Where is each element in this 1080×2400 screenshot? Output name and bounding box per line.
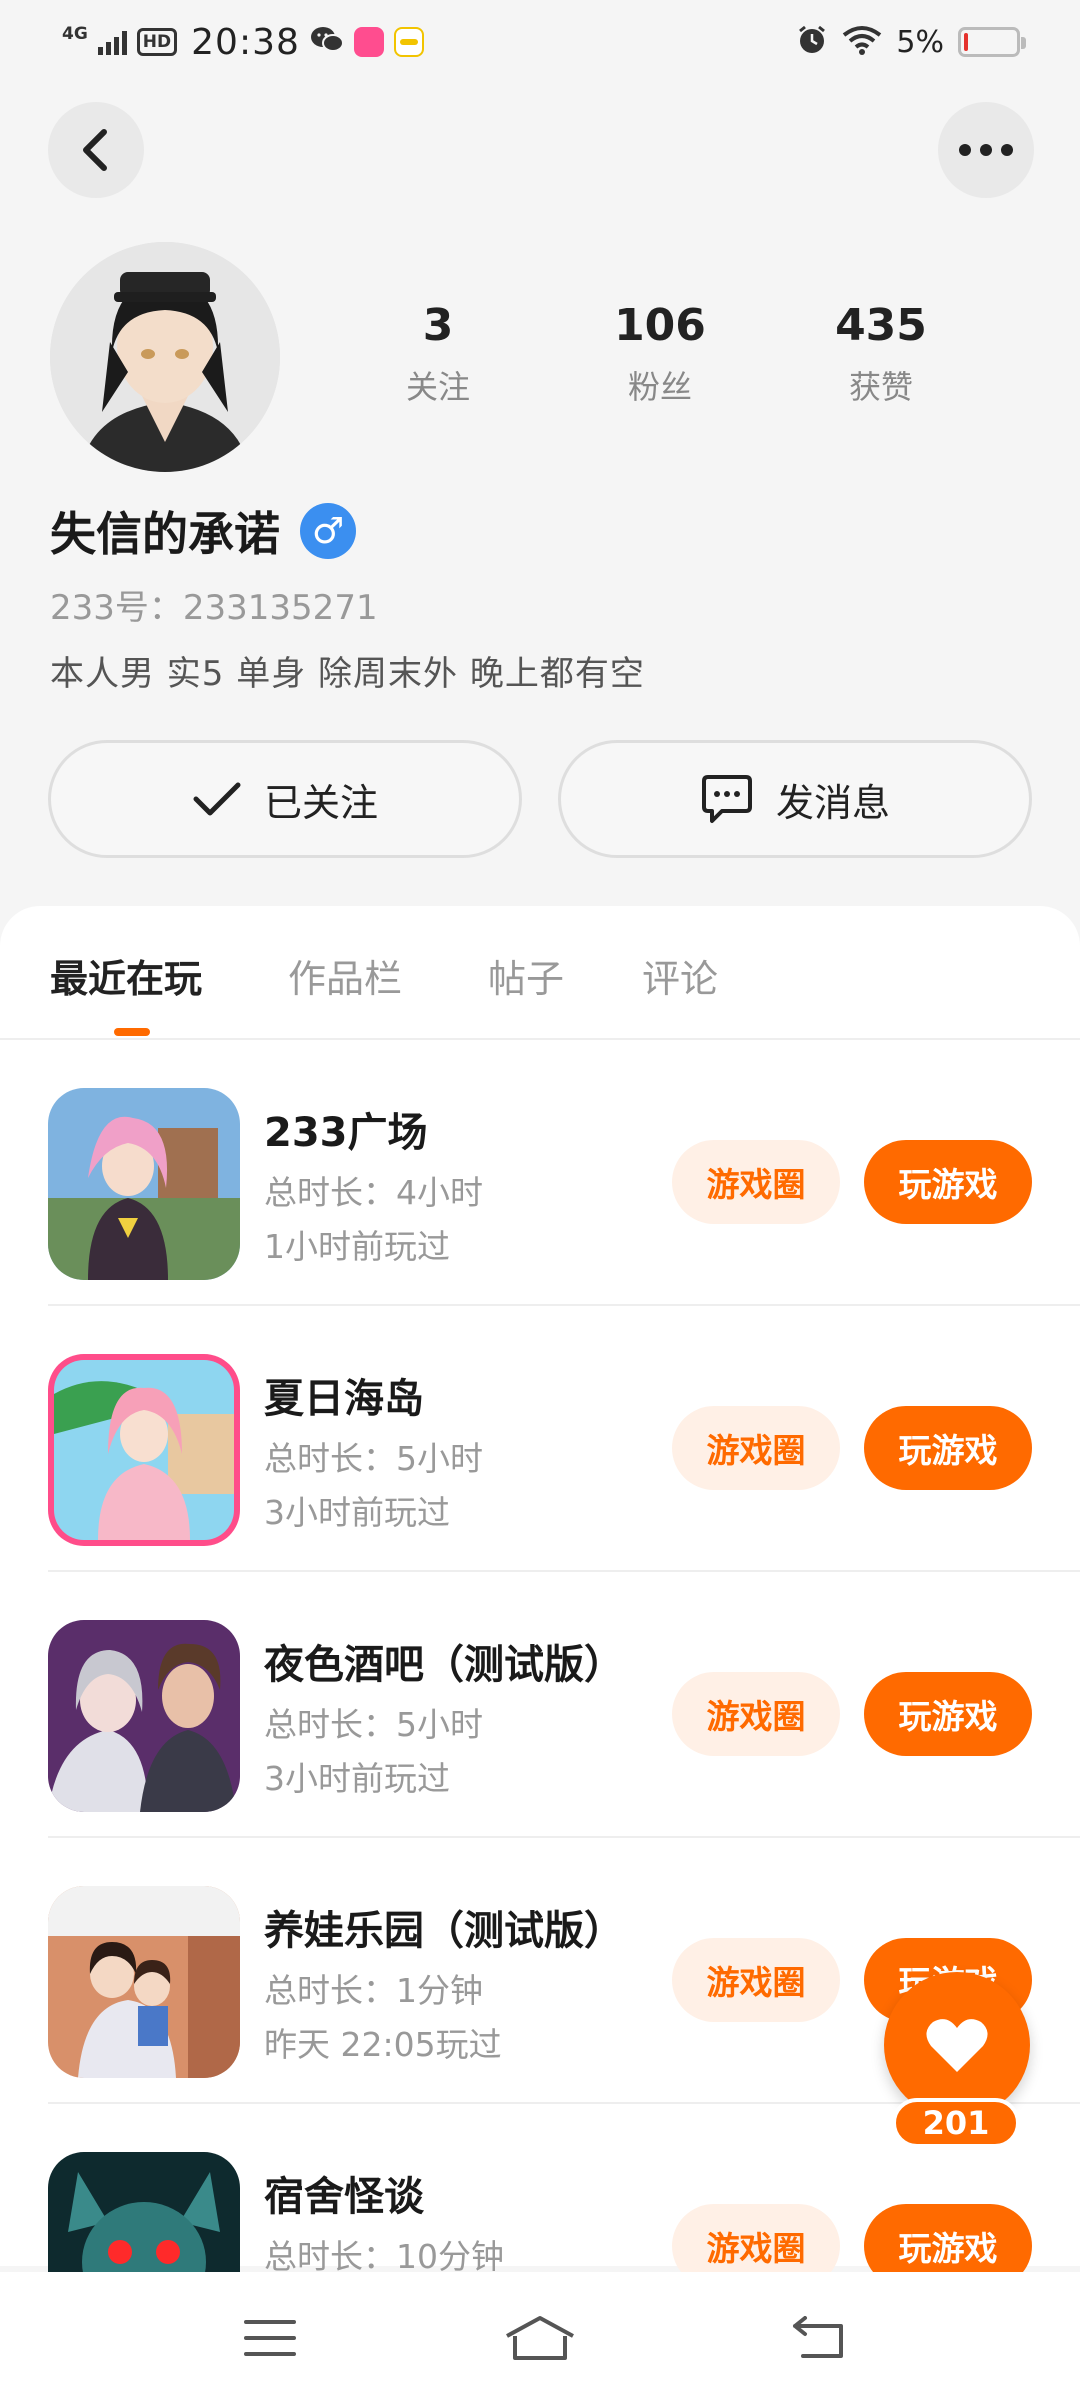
- game-row[interactable]: 233广场 总时长：4小时 1小时前玩过 游戏圈 玩游戏: [48, 1040, 1080, 1306]
- play-game-button[interactable]: 玩游戏: [864, 1140, 1032, 1224]
- game-title: 养娃乐园（测试版）: [264, 1908, 624, 1954]
- battery-icon: [958, 27, 1026, 57]
- stat-followers[interactable]: 106 粉丝: [560, 300, 760, 408]
- more-dots-icon: [959, 144, 1013, 156]
- app-notification-icon-2: [393, 27, 424, 57]
- tab-works[interactable]: 作品栏: [288, 948, 402, 1003]
- clock: 20:38: [191, 21, 300, 63]
- game-title: 夜色酒吧（测试版）: [264, 1642, 624, 1688]
- signal-icon: [97, 29, 127, 55]
- user-bio: 本人男 实5 单身 除周末外 晚上都有空: [50, 654, 645, 694]
- stat-likes-count: 435: [835, 300, 927, 351]
- status-right: 5%: [796, 20, 1026, 64]
- user-name: 失信的承诺: [50, 507, 280, 561]
- network-label: 4G: [62, 23, 88, 44]
- game-last-played: 昨天 22:05玩过: [264, 2025, 502, 2064]
- return-icon: [793, 2316, 843, 2358]
- game-icon: [48, 1620, 240, 1812]
- battery-level: [964, 33, 968, 51]
- game-row[interactable]: 夜色酒吧（测试版） 总时长：5小时 3小时前玩过 游戏圈 玩游戏: [48, 1572, 1080, 1838]
- play-game-button[interactable]: 玩游戏: [864, 1406, 1032, 1490]
- menu-icon: [244, 2320, 296, 2356]
- stat-likes[interactable]: 435 获赞: [781, 300, 981, 408]
- game-icon: [48, 1088, 240, 1280]
- game-title: 宿舍怪谈: [264, 2174, 424, 2220]
- name-row: 失信的承诺 ♂: [50, 498, 356, 564]
- home-icon: [506, 2316, 574, 2360]
- menu-nav-button[interactable]: [230, 2308, 310, 2368]
- wechat-icon: [310, 25, 344, 59]
- like-count-badge: 201: [892, 2098, 1020, 2148]
- profile-tabs: 最近在玩 作品栏 帖子 评论: [0, 906, 1080, 1040]
- active-tab-indicator: [114, 1028, 150, 1036]
- more-options-button[interactable]: [938, 102, 1034, 198]
- followed-button[interactable]: 已关注: [48, 740, 522, 858]
- battery-percent: 5%: [896, 24, 944, 60]
- stat-followers-label: 粉丝: [627, 368, 692, 407]
- game-title: 夏日海岛: [264, 1376, 424, 1422]
- game-duration: 总时长：5小时: [264, 1439, 483, 1478]
- game-icon: [48, 1354, 240, 1546]
- game-list: 233广场 总时长：4小时 1小时前玩过 游戏圈 玩游戏 夏日海岛 总时长：5小…: [0, 1040, 1080, 2370]
- play-game-button[interactable]: 玩游戏: [864, 1672, 1032, 1756]
- game-icon: [48, 1886, 240, 2078]
- followed-label: 已关注: [263, 780, 378, 825]
- like-button[interactable]: [884, 1972, 1030, 2118]
- stat-followers-count: 106: [614, 300, 706, 351]
- profile-page: 4G HD 20:38 5% 3 关注 106 粉丝 435 获赞 失信的承诺 …: [0, 0, 1080, 2400]
- male-gender-icon: ♂: [300, 503, 356, 559]
- game-last-played: 3小时前玩过: [264, 1493, 450, 1532]
- back-button[interactable]: [48, 102, 144, 198]
- status-left: 4G HD 20:38: [62, 20, 424, 64]
- tab-posts[interactable]: 帖子: [488, 948, 564, 1003]
- alarm-icon: [796, 24, 828, 60]
- chat-bubble-icon: [701, 775, 752, 823]
- tab-comments[interactable]: 评论: [642, 948, 718, 1003]
- game-last-played: 1小时前玩过: [264, 1227, 450, 1266]
- home-nav-button[interactable]: [500, 2308, 580, 2368]
- status-bar: 4G HD 20:38 5%: [0, 0, 1080, 84]
- game-row[interactable]: 夏日海岛 总时长：5小时 3小时前玩过 游戏圈 玩游戏: [48, 1306, 1080, 1572]
- stat-likes-label: 获赞: [848, 368, 913, 407]
- game-circle-button[interactable]: 游戏圈: [672, 1938, 840, 2022]
- back-nav-button[interactable]: [780, 2308, 860, 2368]
- game-duration: 总时长：10分钟: [264, 2237, 504, 2276]
- tab-recently-played[interactable]: 最近在玩: [50, 948, 202, 1003]
- send-message-button[interactable]: 发消息: [558, 740, 1032, 858]
- system-navigation-bar: [0, 2272, 1080, 2400]
- stat-following[interactable]: 3 关注: [338, 300, 538, 408]
- stat-following-count: 3: [422, 300, 454, 351]
- stat-following-label: 关注: [405, 368, 470, 407]
- check-icon: [193, 782, 241, 816]
- game-duration: 总时长：4小时: [264, 1173, 483, 1212]
- app-notification-icon: [353, 27, 384, 57]
- heart-icon: [926, 2019, 988, 2072]
- game-duration: 总时长：1分钟: [264, 1971, 483, 2010]
- send-message-label: 发消息: [775, 780, 890, 825]
- game-circle-button[interactable]: 游戏圈: [672, 1140, 840, 1224]
- game-last-played: 3小时前玩过: [264, 1759, 450, 1798]
- game-title: 233广场: [264, 1110, 428, 1156]
- game-duration: 总时长：5小时: [264, 1705, 483, 1744]
- game-circle-button[interactable]: 游戏圈: [672, 1406, 840, 1490]
- chevron-left-icon: [83, 129, 107, 171]
- hd-badge: HD: [136, 28, 178, 56]
- user-id: 233号：233135271: [50, 588, 378, 628]
- wifi-icon: [842, 25, 882, 59]
- game-circle-button[interactable]: 游戏圈: [672, 1672, 840, 1756]
- avatar[interactable]: [50, 242, 280, 472]
- avatar-image: [50, 242, 280, 472]
